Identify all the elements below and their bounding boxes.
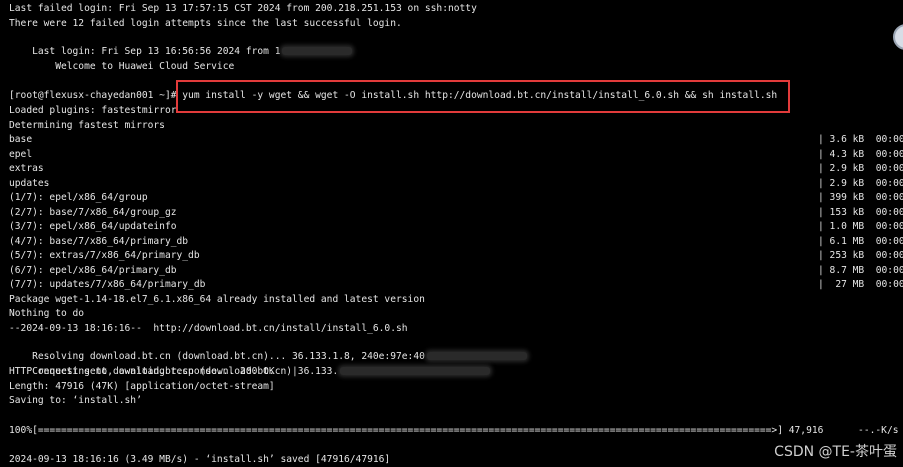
terminal-line: (6/7): epel/x86_64/primary_db — [9, 265, 177, 276]
terminal-line: --2024-09-13 18:16:16-- http://download.… — [9, 323, 408, 334]
redacted-ip — [282, 47, 353, 55]
terminal-line: Length: 47916 (47K) [application/octet-s… — [9, 381, 275, 392]
mirror-size: | 6.1 MB 00:00 — [818, 236, 903, 247]
command-highlight-box — [176, 80, 790, 113]
mirror-size: | 153 kB 00:00 — [818, 207, 903, 218]
mirror-size: | 27 MB 00:00 — [818, 279, 903, 290]
terminal-line: Loaded plugins: fastestmirror — [9, 105, 177, 116]
terminal-line: HTTP request sent, awaiting response... … — [9, 366, 275, 377]
terminal-line: Last failed login: Fri Sep 13 17:57:15 C… — [9, 3, 477, 14]
terminal-line: (2/7): base/7/x86_64/group_gz — [9, 207, 177, 218]
terminal-line: Last login: Fri Sep 13 16:56:56 2024 fro… — [9, 31, 353, 57]
terminal-line: Nothing to do — [9, 308, 85, 319]
progress-line: 100%[===================================… — [9, 425, 903, 436]
watermark: CSDN @TE-茶叶蛋 — [774, 444, 897, 460]
terminal-line: (5/7): extras/7/x86_64/primary_db — [9, 250, 200, 261]
terminal-line: (7/7): updates/7/x86_64/primary_db — [9, 279, 206, 290]
terminal-line: base — [9, 134, 33, 145]
terminal-line: Determining fastest mirrors — [9, 120, 165, 131]
terminal-line: Saving to: ‘install.sh’ — [9, 395, 142, 406]
terminal-line: Welcome to Huawei Cloud Service — [9, 61, 235, 72]
terminal-line: (1/7): epel/x86_64/group — [9, 192, 148, 203]
mirror-size: | 3.6 kB 00:00 — [818, 134, 903, 145]
terminal-line: There were 12 failed login attempts sinc… — [9, 18, 402, 29]
terminal-line: (3/7): epel/x86_64/updateinfo — [9, 221, 177, 232]
mirror-size: | 4.3 kB 00:00 — [818, 149, 903, 160]
terminal-line: Resolving download.bt.cn (download.bt.cn… — [9, 336, 527, 362]
assistant-icon[interactable] — [893, 24, 903, 50]
mirror-size: | 253 kB 00:00 — [818, 250, 903, 261]
mirror-size: | 2.9 kB 00:00 — [818, 163, 903, 174]
terminal-window[interactable]: Last failed login: Fri Sep 13 17:57:15 C… — [0, 0, 903, 467]
terminal-line: extras — [9, 163, 44, 174]
terminal-line: Connecting to download.bt.cn (download.b… — [9, 351, 491, 377]
terminal-line: (4/7): base/7/x86_64/primary_db — [9, 236, 189, 247]
terminal-line: Package wget-1.14-18.el7_6.1.x86_64 alre… — [9, 294, 425, 305]
last-login-text: Last login: Fri Sep 13 16:56:56 2024 fro… — [32, 46, 281, 57]
mirror-size: | 8.7 MB 00:00 — [818, 265, 903, 276]
mirror-size: | 399 kB 00:00 — [818, 192, 903, 203]
mirror-size: | 1.0 MB 00:00 — [818, 221, 903, 232]
terminal-line: epel — [9, 149, 33, 160]
terminal-line: 2024-09-13 18:16:16 (3.49 MB/s) - ‘insta… — [9, 454, 391, 465]
mirror-size: | 2.9 kB 00:00 — [818, 178, 903, 189]
redacted-address — [340, 367, 491, 375]
terminal-line: updates — [9, 178, 50, 189]
